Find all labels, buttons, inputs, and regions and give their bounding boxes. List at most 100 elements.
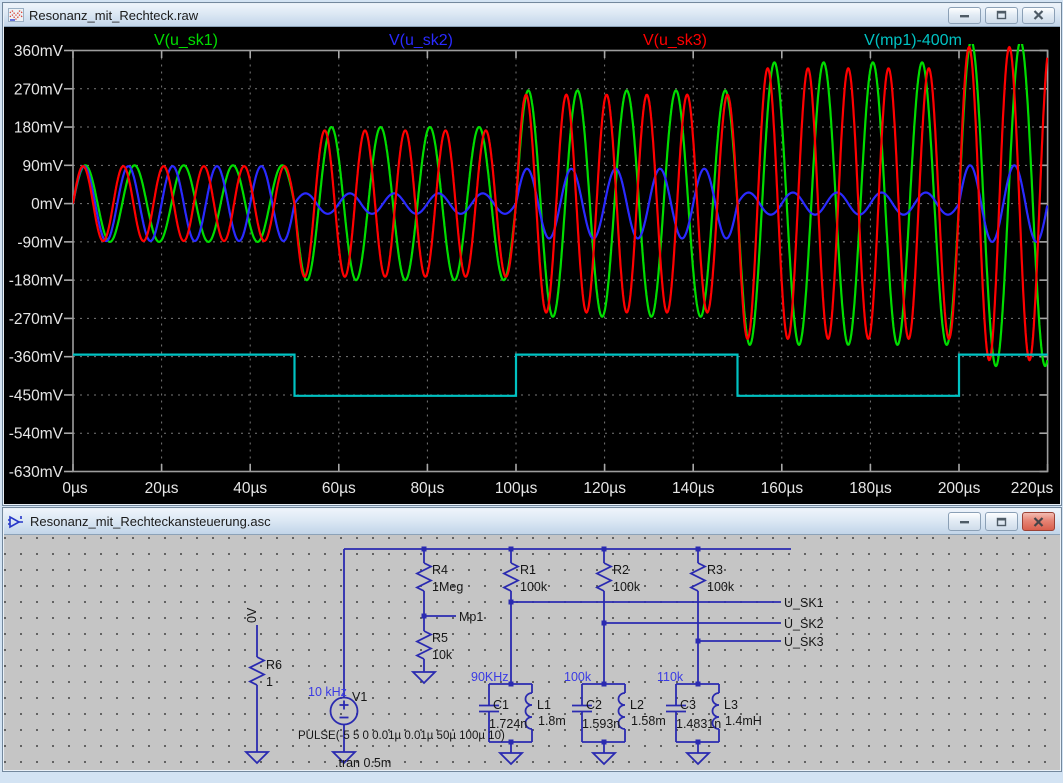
y-tick-label: -90mV — [17, 234, 63, 251]
x-tick-label: 40µs — [233, 480, 267, 497]
label-R3-ref[interactable]: R3 — [707, 563, 723, 577]
legend-trace-v-mp1-400m[interactable]: V(mp1)-400m — [864, 32, 962, 49]
x-tick-label: 20µs — [145, 480, 179, 497]
ground-icon[interactable] — [413, 672, 435, 683]
y-tick-label: -180mV — [9, 273, 64, 290]
net-label-mp1[interactable]: Mp1 — [459, 610, 483, 624]
resistor-R6[interactable] — [250, 657, 264, 685]
label-C2-val[interactable]: 1.593n — [582, 717, 620, 731]
comment-100k[interactable]: 100k — [564, 670, 592, 684]
label-C1-val[interactable]: 1.724n — [489, 717, 527, 731]
net-label-u_sk2[interactable]: U_SK2 — [784, 617, 824, 631]
directive-tran[interactable]: .tran 0.5m — [335, 756, 391, 770]
net-label-u_sk3[interactable]: U_SK3 — [784, 635, 824, 649]
label-V1-ref[interactable]: V1 — [352, 690, 367, 704]
resistor-R1[interactable] — [504, 563, 518, 591]
y-tick-label: 360mV — [14, 43, 64, 60]
ground-icon[interactable] — [246, 752, 268, 763]
label-C3-val[interactable]: 1.4831n — [676, 717, 721, 731]
label-R6-ref[interactable]: R6 — [266, 658, 282, 672]
schematic-labels: R4 1Meg R1 100k R2 100k R3 100k R5 10k R… — [245, 563, 824, 770]
close-button[interactable] — [1022, 512, 1055, 531]
label-R3-val[interactable]: 100k — [707, 580, 735, 594]
restore-button[interactable] — [985, 7, 1018, 24]
x-tick-label: 60µs — [322, 480, 356, 497]
trace-v-mp1-400m — [73, 355, 1048, 396]
resistor-R4[interactable] — [417, 563, 431, 591]
minimize-button[interactable] — [948, 512, 981, 531]
label-R5-ref[interactable]: R5 — [432, 631, 448, 645]
net-label-u_sk1[interactable]: U_SK1 — [784, 596, 824, 610]
comment-110k[interactable]: 110k — [657, 670, 684, 684]
label-L2-ref[interactable]: L2 — [630, 698, 644, 712]
capacitors — [479, 706, 686, 712]
schematic-canvas[interactable]: R4 1Meg R1 100k R2 100k R3 100k R5 10k R… — [4, 535, 1060, 770]
x-tick-label: 100µs — [495, 480, 538, 497]
ltspice-mdi-area: Resonanz_mit_Rechteck.raw — [0, 0, 1063, 783]
label-L2-val[interactable]: 1.58m — [631, 714, 666, 728]
restore-icon — [996, 517, 1007, 527]
label-R2-val[interactable]: 100k — [613, 580, 641, 594]
comment-90khz[interactable]: 90KHz — [471, 670, 509, 684]
plot-traces — [73, 41, 1048, 396]
waveform-plot-pane: 360mV 270mV 180mV 90mV 0mV -90mV -180mV … — [4, 27, 1060, 504]
resistor-R5[interactable] — [417, 631, 431, 659]
close-icon — [1033, 517, 1044, 527]
label-L1-ref[interactable]: L1 — [537, 698, 551, 712]
ground-icon[interactable] — [593, 753, 615, 764]
label-V1-pulse[interactable]: PULSE(-5 5 0 0.01µ 0.01µ 50µ 100µ 10) — [298, 730, 505, 742]
label-R2-ref[interactable]: R2 — [613, 563, 629, 577]
y-tick-label: 90mV — [23, 158, 64, 175]
x-tick-label: 160µs — [761, 480, 804, 497]
close-button[interactable] — [1022, 7, 1055, 24]
ground-icon[interactable] — [500, 753, 522, 764]
label-L3-val[interactable]: 1.4mH — [725, 714, 762, 728]
net-label-0v[interactable]: 0V — [245, 607, 259, 623]
y-tick-label: 180mV — [14, 120, 64, 137]
x-tick-label: 80µs — [410, 480, 444, 497]
close-icon — [1033, 10, 1044, 20]
resistor-R3[interactable] — [691, 563, 705, 591]
waveform-window-titlebar[interactable]: Resonanz_mit_Rechteck.raw — [4, 4, 1060, 27]
x-tick-label: 120µs — [583, 480, 626, 497]
schematic-window-titlebar[interactable]: Resonanz_mit_Rechteckansteuerung.asc — [4, 509, 1060, 535]
x-tick-label: 0µs — [62, 480, 88, 497]
label-L1-val[interactable]: 1.8m — [538, 714, 566, 728]
restore-button[interactable] — [985, 512, 1018, 531]
legend-trace-v-u_sk1[interactable]: V(u_sk1) — [154, 32, 218, 49]
label-R4-val[interactable]: 1Meg — [432, 580, 463, 594]
label-R1-val[interactable]: 100k — [520, 580, 548, 594]
y-axis-labels: 360mV 270mV 180mV 90mV 0mV -90mV -180mV … — [9, 43, 64, 481]
y-tick-label: 0mV — [31, 196, 64, 213]
y-tick-label: -450mV — [9, 388, 64, 405]
ground-icon[interactable] — [687, 753, 709, 764]
resistor-R2[interactable] — [597, 563, 611, 591]
legend-trace-v-u_sk2[interactable]: V(u_sk2) — [389, 32, 453, 49]
plot-tick-marks — [64, 51, 1048, 472]
label-R4-ref[interactable]: R4 — [432, 563, 448, 577]
label-R1-ref[interactable]: R1 — [520, 563, 536, 577]
label-L3-ref[interactable]: L3 — [724, 698, 738, 712]
plot-legend: V(u_sk1) V(u_sk2) V(u_sk3) V(mp1)-400m — [154, 32, 962, 49]
restore-icon — [996, 10, 1007, 20]
label-R5-val[interactable]: 10k — [432, 648, 453, 662]
x-tick-label: 200µs — [938, 480, 981, 497]
minimize-button[interactable] — [948, 7, 981, 24]
waveform-plot[interactable]: 360mV 270mV 180mV 90mV 0mV -90mV -180mV … — [4, 27, 1060, 504]
x-tick-label: 140µs — [672, 480, 715, 497]
comment-10khz[interactable]: 10 kHz — [308, 685, 347, 699]
label-C2-ref[interactable]: C2 — [586, 698, 602, 712]
minimize-icon — [959, 11, 970, 20]
minimize-icon — [959, 517, 970, 526]
y-tick-label: -540mV — [9, 426, 64, 443]
schematic-window: Resonanz_mit_Rechteckansteuerung.asc — [2, 507, 1062, 772]
label-C3-ref[interactable]: C3 — [680, 698, 696, 712]
x-tick-label: 180µs — [849, 480, 892, 497]
label-R6-val[interactable]: 1 — [266, 675, 273, 689]
legend-trace-v-u_sk3[interactable]: V(u_sk3) — [643, 32, 707, 49]
x-axis-labels: 0µs 20µs 40µs 60µs 80µs 100µs 120µs 140µ… — [62, 480, 1053, 497]
label-C1-ref[interactable]: C1 — [493, 698, 509, 712]
waveform-file-icon — [8, 7, 24, 23]
y-tick-label: -630mV — [9, 464, 64, 481]
y-tick-label: -360mV — [9, 349, 64, 366]
